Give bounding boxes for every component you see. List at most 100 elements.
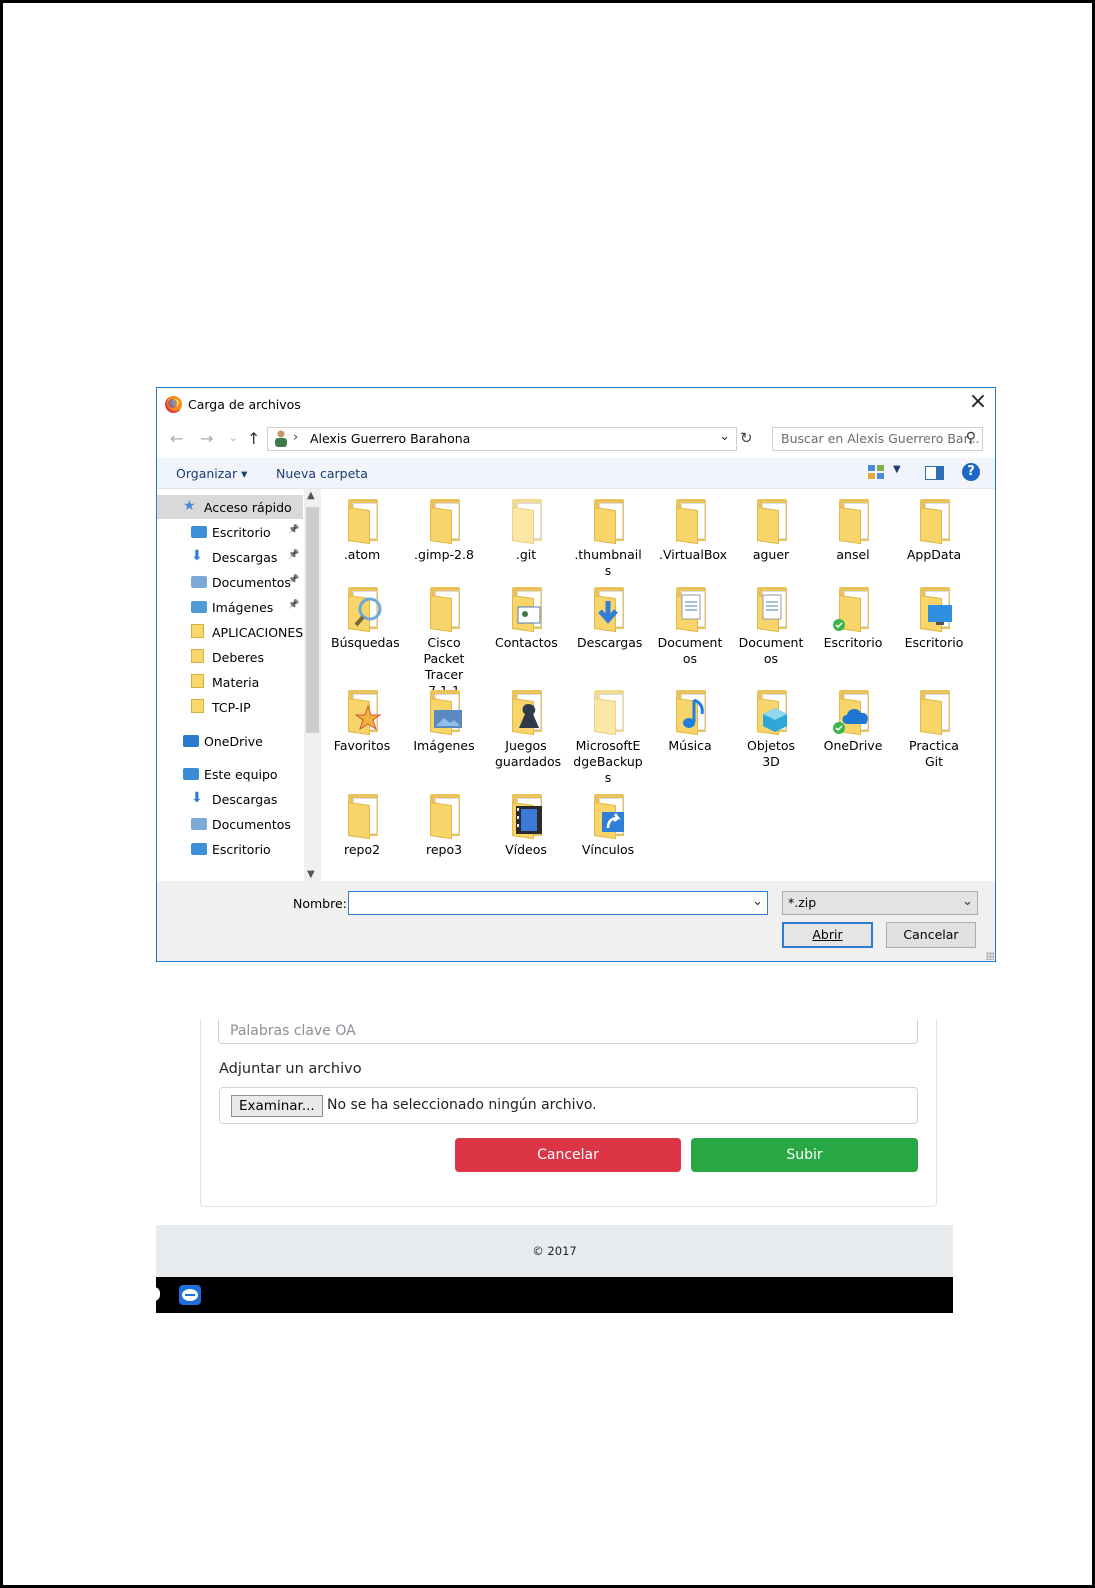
file-item[interactable]: .gimp-2.8 <box>403 489 485 563</box>
file-item[interactable]: ansel <box>812 489 894 563</box>
download-icon: ⬇ <box>191 790 203 806</box>
help-icon[interactable]: ? <box>962 463 980 481</box>
search-box[interactable]: Buscar en Alexis Guerrero Bar... ⚲ <box>772 427 983 451</box>
sidebar-item[interactable]: Escritorio <box>157 837 303 861</box>
sidebar-item[interactable]: ⬇ Descargas <box>157 787 303 811</box>
cancel-button[interactable]: Cancelar <box>886 922 976 948</box>
back-arrow-icon[interactable]: ← <box>170 429 183 448</box>
file-item[interactable]: Vídeos <box>485 784 567 858</box>
resize-grip-icon[interactable] <box>986 952 994 960</box>
file-item[interactable]: Música <box>649 680 731 754</box>
file-item[interactable]: Objetos 3D <box>730 680 812 770</box>
file-item[interactable]: MicrosoftEdgeBackups <box>567 680 649 786</box>
pictures-folder-icon <box>426 690 462 736</box>
favorites-folder-icon <box>344 690 382 736</box>
file-name: Descargas <box>577 635 643 650</box>
sidebar-item-label: APLICACIONES I <box>212 625 303 640</box>
address-bar[interactable]: › Alexis Guerrero Barahona ⌄ <box>267 427 737 451</box>
chevron-down-icon[interactable]: ⌄ <box>962 894 973 909</box>
sidebar-item[interactable]: OneDrive <box>157 729 303 753</box>
file-item[interactable]: AppData <box>893 489 975 563</box>
file-item[interactable]: .thumbnails <box>567 489 649 579</box>
file-item[interactable]: .git <box>485 489 567 563</box>
sidebar-item[interactable]: ★ Acceso rápido <box>157 495 303 519</box>
form-submit-button[interactable]: Subir <box>691 1138 918 1172</box>
file-item[interactable]: Favoritos <box>321 680 403 754</box>
keywords-input[interactable]: Palabras clave OA <box>218 1019 918 1044</box>
file-item[interactable]: .VirtualBox <box>649 489 731 563</box>
sidebar-scrollbar[interactable]: ▲ ▼ <box>304 489 321 881</box>
chevron-down-icon[interactable]: ⌄ <box>719 429 730 444</box>
sidebar-item[interactable]: Deberes <box>157 645 303 669</box>
images-icon <box>191 601 207 613</box>
documents-folder-icon <box>753 587 789 633</box>
file-item[interactable]: aguer <box>730 489 812 563</box>
file-item[interactable]: OneDrive <box>812 680 894 754</box>
sidebar-item[interactable]: ⬇ Descargas 📌 <box>157 545 303 569</box>
sidebar-item[interactable]: Materia <box>157 670 303 694</box>
file-item[interactable]: repo2 <box>321 784 403 858</box>
file-item[interactable]: Documentos <box>730 577 812 667</box>
file-item[interactable]: Juegos guardados <box>485 680 567 770</box>
navigation-pane: ★ Acceso rápido Escritorio 📌 ⬇ Descargas 📌 Docu… <box>157 489 321 881</box>
breadcrumb-separator-icon: › <box>293 430 299 445</box>
sidebar-item[interactable]: Documentos <box>157 812 303 836</box>
file-item[interactable]: Escritorio <box>893 577 975 651</box>
folder-icon <box>191 624 204 638</box>
filename-input[interactable]: ⌄ <box>348 891 768 915</box>
documents-folder-icon <box>672 587 708 633</box>
browse-button[interactable]: Examinar... <box>231 1095 323 1117</box>
view-dropdown-icon[interactable]: ▼ <box>893 464 901 475</box>
chevron-down-icon[interactable]: ⌄ <box>752 894 763 909</box>
scrollbar-thumb[interactable] <box>306 507 319 733</box>
file-item[interactable]: Vínculos <box>567 784 649 858</box>
file-item[interactable]: .atom <box>321 489 403 563</box>
sidebar-item-label: Acceso rápido <box>204 500 292 515</box>
view-options-icon[interactable] <box>868 465 884 479</box>
sidebar-item[interactable]: TCP-IP <box>157 695 303 719</box>
folder-icon <box>191 649 204 663</box>
folder-icon <box>344 794 380 840</box>
pin-icon: 📌 <box>288 550 300 560</box>
file-item[interactable]: Contactos <box>485 577 567 651</box>
sidebar-item[interactable]: Documentos 📌 <box>157 570 303 594</box>
file-item[interactable]: repo3 <box>403 784 485 858</box>
file-item[interactable]: Imágenes <box>403 680 485 754</box>
scroll-up-icon[interactable]: ▲ <box>307 490 315 501</box>
file-name: Objetos 3D <box>747 738 795 769</box>
form-cancel-button[interactable]: Cancelar <box>455 1138 681 1172</box>
file-item[interactable]: Descargas <box>567 577 649 651</box>
documents-icon <box>191 576 207 588</box>
forward-arrow-icon[interactable]: → <box>200 429 213 448</box>
search-icon[interactable]: ⚲ <box>966 430 976 446</box>
sidebar-item[interactable]: Imágenes 📌 <box>157 595 303 619</box>
sidebar-item[interactable]: Escritorio 📌 <box>157 520 303 544</box>
recent-locations-chevron-icon[interactable]: ⌄ <box>229 433 237 444</box>
address-path[interactable]: Alexis Guerrero Barahona <box>310 431 470 446</box>
open-button[interactable]: Abrir <box>782 922 873 948</box>
file-item[interactable]: Escritorio <box>812 577 894 651</box>
sidebar-item-label: Imágenes <box>212 600 274 615</box>
file-name: Practica Git <box>909 738 959 769</box>
file-item[interactable]: Búsquedas <box>321 577 403 651</box>
file-item[interactable]: Documentos <box>649 577 731 667</box>
filetype-select[interactable]: *.zip ⌄ <box>782 891 978 915</box>
folder-icon <box>672 499 708 545</box>
preview-pane-icon[interactable] <box>925 466 944 480</box>
file-name: Documentos <box>738 635 804 666</box>
up-arrow-icon[interactable]: ↑ <box>247 429 260 448</box>
desktop-icon <box>191 526 207 538</box>
file-item[interactable]: Practica Git <box>893 680 975 770</box>
close-icon[interactable]: × <box>967 391 989 414</box>
pin-icon: 📌 <box>288 575 300 585</box>
file-input[interactable]: Examinar... No se ha seleccionado ningún… <box>219 1087 918 1124</box>
refresh-icon[interactable]: ↻ <box>740 429 753 447</box>
sidebar-item[interactable]: APLICACIONES I <box>157 620 303 644</box>
attach-file-label: Adjuntar un archivo <box>219 1061 362 1077</box>
sidebar-item[interactable]: Este equipo <box>157 762 303 786</box>
new-folder-button[interactable]: Nueva carpeta <box>276 466 368 481</box>
scroll-down-icon[interactable]: ▼ <box>307 869 315 880</box>
organize-menu-button[interactable]: Organizar ▾ <box>176 466 247 481</box>
teamviewer-icon[interactable] <box>179 1285 201 1305</box>
file-name: AppData <box>906 547 962 562</box>
